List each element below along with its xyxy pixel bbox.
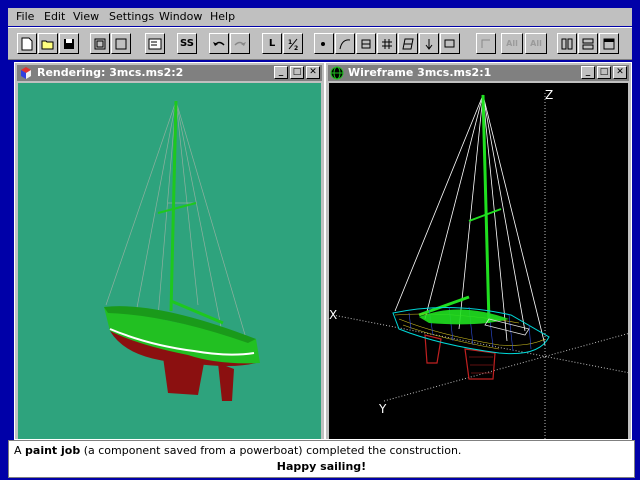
all-label-2: All — [530, 39, 542, 48]
caption-suffix: (a component saved from a powerboat) com… — [80, 444, 462, 457]
window-list-icon — [148, 38, 162, 49]
undo-icon — [213, 41, 225, 46]
caption-bold: paint job — [25, 444, 81, 457]
x-axis-label: X — [329, 308, 337, 322]
lf-label: L — [268, 38, 276, 49]
menu-bar: File Edit View Settings Window Help — [8, 8, 632, 26]
properties-button[interactable] — [145, 33, 165, 54]
wireframe-sailboat: Z X Y — [329, 83, 628, 439]
undo-button[interactable] — [209, 33, 229, 54]
grid-button[interactable] — [377, 33, 397, 54]
surface-icon — [361, 39, 371, 48]
redo-icon — [234, 41, 246, 46]
tile-horizontal-button[interactable] — [578, 33, 598, 54]
rect-select-icon — [444, 39, 455, 47]
cascade-button[interactable] — [599, 33, 619, 54]
curve-button[interactable] — [335, 33, 355, 54]
wireframe-viewport[interactable]: Z X Y — [329, 83, 628, 439]
grid-icon — [382, 38, 392, 49]
all-label: All — [506, 39, 518, 48]
caption-prefix: A — [14, 444, 26, 457]
point-icon — [321, 41, 325, 46]
caption-line-2: Happy sailing! — [276, 460, 367, 473]
rendered-sailboat — [18, 83, 321, 439]
curve-icon — [339, 38, 351, 49]
frame-icon — [94, 38, 106, 49]
new-file-icon — [21, 37, 33, 50]
application-window: File Edit View Settings Window Help SS L… — [0, 0, 640, 480]
maximize-button[interactable]: □ — [597, 66, 611, 79]
cascade-icon — [603, 38, 615, 49]
menu-settings[interactable]: Settings — [109, 10, 154, 23]
zoom-frame-button[interactable] — [90, 33, 110, 54]
link-icon — [481, 39, 490, 48]
menu-file[interactable]: File — [16, 10, 34, 23]
new-file-button[interactable] — [17, 33, 37, 54]
skew-button[interactable] — [398, 33, 418, 54]
minimize-button[interactable]: _ — [581, 66, 595, 79]
menu-edit[interactable]: Edit — [44, 10, 65, 23]
close-button[interactable]: ✕ — [306, 66, 320, 79]
wireframe-globe-icon — [330, 66, 344, 80]
square-view-button[interactable] — [111, 33, 131, 54]
save-button[interactable] — [59, 33, 79, 54]
close-button[interactable]: ✕ — [613, 66, 627, 79]
redo-button[interactable] — [230, 33, 250, 54]
menu-window[interactable]: Window — [159, 10, 202, 23]
y-axis-label: Y — [378, 402, 387, 416]
rendering-title: Rendering: 3mcs.ms2:2 — [37, 66, 184, 79]
svg-text:2: 2 — [294, 45, 298, 50]
toolbar: SS L 12 All All — [8, 27, 632, 60]
fraction-icon: 12 — [288, 38, 298, 50]
point-button[interactable] — [314, 33, 334, 54]
caption-line-1: A paint job (a component saved from a po… — [14, 444, 461, 457]
folder-open-icon — [41, 40, 54, 49]
rendering-titlebar[interactable]: Rendering: 3mcs.ms2:2 _ □ ✕ — [17, 65, 322, 81]
arrow-down-button[interactable] — [419, 33, 439, 54]
ss-button[interactable]: SS — [177, 33, 197, 54]
skew-grid-icon — [402, 38, 414, 49]
arrow-down-icon — [425, 38, 433, 50]
open-file-button[interactable] — [38, 33, 58, 54]
caption-panel: A paint job (a component saved from a po… — [8, 440, 635, 478]
rendering-cube-icon — [21, 67, 31, 79]
fraction-button[interactable]: 12 — [283, 33, 303, 54]
wireframe-title: Wireframe 3mcs.ms2:1 — [348, 66, 492, 79]
square-icon — [115, 38, 127, 49]
lf-button[interactable]: L — [262, 33, 282, 54]
tile-vertical-button[interactable] — [557, 33, 577, 54]
link-button[interactable] — [476, 33, 496, 54]
all-button[interactable]: All — [501, 33, 523, 54]
minimize-button[interactable]: _ — [274, 66, 288, 79]
menu-help[interactable]: Help — [210, 10, 235, 23]
rect-select-button[interactable] — [440, 33, 460, 54]
rendering-viewport[interactable] — [18, 83, 321, 439]
floppy-disk-icon — [64, 38, 74, 49]
menu-view[interactable]: View — [73, 10, 99, 23]
tile-horizontal-icon — [582, 38, 594, 49]
all-button-2[interactable]: All — [525, 33, 547, 54]
wireframe-titlebar[interactable]: Wireframe 3mcs.ms2:1 _ □ ✕ — [328, 65, 629, 81]
svg-text:1: 1 — [288, 39, 292, 46]
ss-label: SS — [180, 38, 194, 49]
z-axis-label: Z — [545, 88, 553, 102]
rendering-window[interactable]: Rendering: 3mcs.ms2:2 _ □ ✕ — [14, 62, 325, 440]
maximize-button[interactable]: □ — [290, 66, 304, 79]
tile-vertical-icon — [561, 38, 573, 49]
surface-button[interactable] — [356, 33, 376, 54]
wireframe-window[interactable]: Wireframe 3mcs.ms2:1 _ □ ✕ Z X Y — [325, 62, 632, 440]
